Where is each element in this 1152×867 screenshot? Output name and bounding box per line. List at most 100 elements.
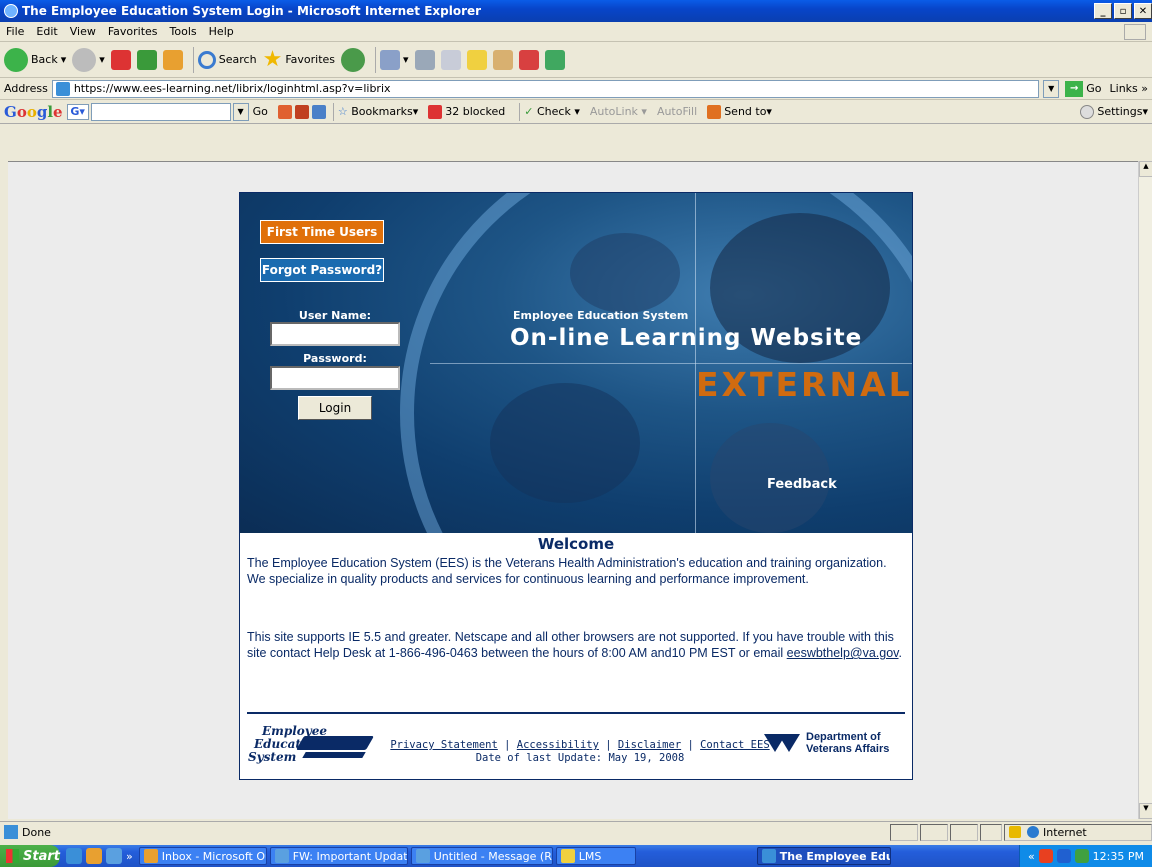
network-icon[interactable]	[1074, 849, 1089, 863]
clock: 12:35 PM	[1092, 849, 1144, 863]
edit-icon	[440, 49, 461, 70]
windows-taskbar: Start » Inbox - Microsoft Out... FW: Imp…	[0, 845, 1152, 867]
privacy-statement-link[interactable]: Privacy Statement	[390, 739, 497, 751]
popup-blocker-button[interactable]: 32 blocked	[428, 104, 505, 119]
google-news-icon[interactable]	[277, 104, 292, 119]
scroll-down-button[interactable]: ▼	[1139, 803, 1152, 819]
google-g-icon[interactable]: G▾	[66, 103, 89, 120]
autofill-button[interactable]: AutoFill	[657, 105, 697, 118]
page-done-icon	[4, 825, 18, 839]
go-label: Go	[1086, 82, 1102, 95]
outlook-quicklaunch-icon[interactable]	[86, 848, 102, 864]
discuss-icon	[466, 49, 487, 70]
refresh-icon	[136, 49, 157, 70]
google-options-icon[interactable]	[311, 104, 326, 119]
links-button[interactable]: Links »	[1110, 82, 1148, 95]
login-button[interactable]: Login	[298, 396, 372, 420]
contact-ees-link[interactable]: Contact EES	[700, 739, 770, 751]
quicklaunch-more[interactable]: »	[126, 850, 133, 863]
windows-flag-icon	[1124, 23, 1146, 40]
go-button[interactable]: → Go	[1065, 80, 1102, 97]
print-icon	[414, 49, 435, 70]
check-label: Check ▾	[536, 105, 580, 118]
messenger-button[interactable]	[544, 49, 565, 70]
stop-button[interactable]	[110, 49, 131, 70]
pdf-button[interactable]	[518, 49, 539, 70]
send-to-button[interactable]: Send to▾	[707, 104, 772, 119]
menu-favorites[interactable]: Favorites	[108, 25, 158, 38]
forgot-password-button[interactable]: Forgot Password?	[260, 258, 384, 282]
start-button[interactable]: Start	[0, 845, 60, 867]
spell-check-button[interactable]: ✓ Check ▾	[524, 105, 580, 118]
maximize-button[interactable]: ▫	[1114, 3, 1132, 19]
history-button[interactable]	[341, 47, 366, 72]
disclaimer-link[interactable]: Disclaimer	[618, 739, 681, 751]
close-button[interactable]: ✕	[1134, 3, 1152, 19]
settings-label: Settings▾	[1097, 105, 1148, 118]
zone-label: Internet	[1043, 825, 1087, 839]
address-url: https://www.ees-learning.net/librix/logi…	[73, 82, 391, 95]
messenger-quicklaunch-icon[interactable]	[106, 848, 122, 864]
taskbar-item-fw-message[interactable]: FW: Important Updat...	[269, 847, 408, 865]
va-logo: Department of Veterans Affairs	[764, 727, 904, 759]
tray-icon[interactable]	[1038, 849, 1053, 863]
edit-button[interactable]	[440, 49, 461, 70]
go-arrow-icon: →	[1065, 80, 1084, 97]
pdf-icon	[518, 49, 539, 70]
password-input[interactable]	[270, 366, 400, 390]
back-button[interactable]: Back ▾	[4, 47, 66, 72]
stop-icon	[110, 49, 131, 70]
menu-tools[interactable]: Tools	[170, 25, 197, 38]
favorites-button[interactable]: ★ Favorites	[263, 47, 335, 72]
messenger-icon	[544, 49, 565, 70]
last-update-text: Date of last Update: May 19, 2008	[475, 752, 685, 764]
print-button[interactable]	[414, 49, 435, 70]
taskbar-item-inbox[interactable]: Inbox - Microsoft Out...	[138, 847, 267, 865]
refresh-button[interactable]	[136, 49, 157, 70]
google-settings-button[interactable]: Settings▾	[1080, 104, 1148, 119]
taskbar-item-ees[interactable]: The Employee Educ...	[756, 847, 891, 865]
google-search-input[interactable]	[90, 102, 231, 121]
tray-icon[interactable]	[1056, 849, 1071, 863]
menu-edit[interactable]: Edit	[36, 25, 57, 38]
autolink-button[interactable]: AutoLink ▾	[590, 105, 647, 118]
menu-view[interactable]: View	[70, 25, 96, 38]
search-label: Search	[218, 53, 257, 66]
scroll-up-button[interactable]: ▲	[1139, 161, 1152, 177]
google-search-dropdown[interactable]: ▼	[232, 102, 249, 121]
address-dropdown[interactable]: ▼	[1043, 79, 1060, 98]
help-email-link[interactable]: eeswbthelp@va.gov	[787, 646, 899, 660]
menu-help[interactable]: Help	[209, 25, 234, 38]
research-button[interactable]	[492, 49, 513, 70]
va-emblem-icon	[764, 732, 800, 754]
feedback-link[interactable]: Feedback	[767, 477, 837, 492]
pagerank-icon[interactable]	[294, 104, 309, 119]
first-time-users-button[interactable]: First Time Users	[260, 220, 384, 244]
accessibility-link[interactable]: Accessibility	[517, 739, 599, 751]
bookmarks-label: Bookmarks▾	[351, 105, 419, 118]
vertical-scrollbar[interactable]: ▲ ▼	[1138, 161, 1152, 819]
tray-expand-button[interactable]: «	[1028, 850, 1035, 863]
search-button[interactable]: Search	[197, 50, 257, 69]
google-toolbar: Google G▾ ▼ Go ☆ Bookmarks▾ 32 blocked ✓…	[0, 100, 1152, 124]
footer-divider	[247, 712, 905, 714]
bookmarks-button[interactable]: ☆ Bookmarks▾	[338, 105, 418, 118]
security-zone: Internet	[1004, 823, 1152, 841]
ie-icon	[4, 4, 18, 18]
discuss-button[interactable]	[466, 49, 487, 70]
forward-button[interactable]: ▾	[72, 47, 105, 72]
username-label: User Name:	[298, 309, 372, 322]
menu-file[interactable]: File	[6, 25, 24, 38]
google-go-button[interactable]: Go	[253, 105, 268, 118]
username-input[interactable]	[270, 322, 400, 346]
address-input[interactable]: https://www.ees-learning.net/librix/logi…	[51, 79, 1040, 98]
minimize-button[interactable]: _	[1094, 3, 1112, 19]
home-button[interactable]	[162, 49, 183, 70]
address-label: Address	[4, 82, 48, 95]
ie-quicklaunch-icon[interactable]	[66, 848, 82, 864]
mail-button[interactable]: ▾	[380, 49, 409, 70]
hero-subtitle: Employee Education System	[513, 309, 689, 322]
system-tray: « 12:35 PM	[1018, 845, 1152, 867]
taskbar-item-untitled-message[interactable]: Untitled - Message (Ri...	[410, 847, 553, 865]
taskbar-item-lms-folder[interactable]: LMS	[555, 847, 636, 865]
